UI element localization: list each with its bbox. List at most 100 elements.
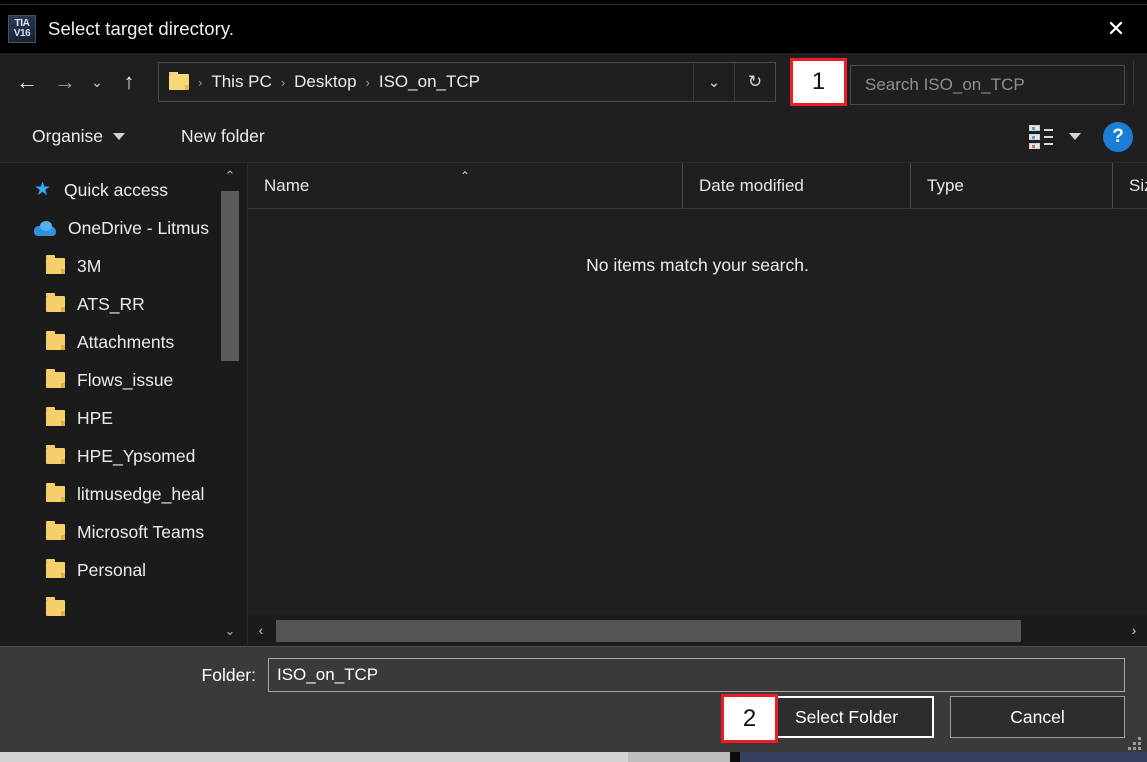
column-header-label: Type [927, 175, 964, 195]
list-view-icon [1029, 124, 1053, 149]
folder-name-row: Folder: ISO_on_TCP [0, 647, 1147, 695]
refresh-icon[interactable]: ↻ [734, 63, 775, 101]
sidebar-item-label: Flows_issue [77, 369, 174, 390]
folder-icon [169, 72, 189, 90]
breadcrumb-separator: › [280, 74, 286, 90]
chevron-down-icon [1069, 133, 1081, 140]
folder-icon [46, 293, 65, 312]
folder-icon [46, 521, 65, 540]
folder-tree: ★ Quick access OneDrive - Litmus 3M ATS_… [0, 163, 247, 627]
sidebar-item-label: Quick access [64, 179, 169, 200]
search-input[interactable]: Search ISO_on_TCP [850, 65, 1125, 105]
column-header-size[interactable]: Siz [1112, 162, 1147, 209]
annotation-callout-1: 1 [790, 58, 847, 106]
sidebar-item-label: ATS_RR [77, 293, 145, 314]
search-placeholder: Search ISO_on_TCP [865, 75, 1025, 94]
help-button[interactable]: ? [1103, 121, 1133, 152]
change-view-button[interactable] [1029, 124, 1081, 149]
scrollbar-track[interactable] [272, 618, 1123, 642]
sidebar-item-microsoft-teams[interactable]: Microsoft Teams [0, 513, 247, 551]
organise-label: Organise [32, 126, 104, 146]
sort-ascending-icon: ⌃ [459, 168, 471, 183]
recent-locations-chevron-down-icon[interactable]: ⌄ [84, 62, 110, 102]
column-header-date-modified[interactable]: Date modified [682, 162, 910, 209]
folder-icon [46, 331, 65, 350]
sidebar-item-personal[interactable]: Personal [0, 551, 247, 589]
folder-icon [46, 597, 65, 616]
title-bar: TIA V16 Select target directory. ✕ [0, 5, 1147, 53]
select-target-directory-dialog: TIA V16 Select target directory. ✕ ← → ⌄… [0, 4, 1147, 752]
column-header-label: Siz [1129, 175, 1147, 195]
sidebar-item-label: litmusedge_heal [77, 483, 205, 504]
scroll-right-icon[interactable]: › [1123, 615, 1145, 645]
address-dropdown-chevron-down-icon[interactable]: ⌄ [693, 63, 734, 101]
dialog-button-row: Select Folder Cancel [759, 696, 1125, 738]
sidebar-item-label: Personal [77, 559, 147, 580]
breadcrumb: › This PC › Desktop › ISO_on_TCP [159, 72, 693, 92]
scroll-up-icon[interactable]: ⌃ [221, 165, 239, 187]
column-header-type[interactable]: Type [910, 162, 1112, 209]
scrollbar-thumb[interactable] [276, 620, 1021, 642]
close-icon[interactable]: ✕ [1093, 5, 1139, 52]
file-list-horizontal-scrollbar[interactable]: ‹ › [248, 614, 1147, 646]
annotation-callout-2: 2 [721, 694, 778, 743]
command-bar: Organise New folder ? [0, 111, 1147, 163]
dialog-footer: Folder: ISO_on_TCP Select Folder Cancel [0, 646, 1147, 752]
sidebar-item-onedrive[interactable]: OneDrive - Litmus [0, 209, 247, 247]
sidebar-item-flows-issue[interactable]: Flows_issue [0, 361, 247, 399]
cloud-icon [34, 220, 56, 236]
folder-input[interactable]: ISO_on_TCP [268, 658, 1125, 692]
resize-grip[interactable] [1127, 736, 1141, 750]
dialog-body: ★ Quick access OneDrive - Litmus 3M ATS_… [0, 162, 1147, 646]
sidebar-item-hpe-ypsomed[interactable]: HPE_Ypsomed [0, 437, 247, 475]
sidebar-item-3m[interactable]: 3M [0, 247, 247, 285]
sidebar-vertical-scrollbar[interactable]: ⌃ ⌄ [221, 163, 239, 646]
scroll-left-icon[interactable]: ‹ [250, 615, 272, 645]
background-strip-segment [730, 752, 740, 762]
sidebar-item-attachments[interactable]: Attachments [0, 323, 247, 361]
breadcrumb-item-this-pc[interactable]: This PC [211, 72, 271, 92]
cancel-button[interactable]: Cancel [950, 696, 1125, 738]
folder-icon [46, 445, 65, 464]
select-folder-button[interactable]: Select Folder [759, 696, 934, 738]
app-icon-line2: V16 [13, 28, 31, 39]
breadcrumb-separator: › [198, 74, 203, 90]
address-bar[interactable]: › This PC › Desktop › ISO_on_TCP ⌄ ↻ [158, 62, 776, 102]
sidebar-item-label: Microsoft Teams [77, 521, 205, 542]
sidebar-item-ats-rr[interactable]: ATS_RR [0, 285, 247, 323]
organise-button[interactable]: Organise [22, 119, 135, 155]
navbar-right-edge [1133, 61, 1147, 105]
star-icon: ★ [34, 179, 52, 200]
sidebar-item-label: HPE [77, 407, 113, 428]
back-button[interactable]: ← [8, 62, 46, 102]
background-strip-segment [740, 752, 1147, 762]
tia-v16-app-icon: TIA V16 [8, 15, 36, 43]
sidebar-item-partial[interactable] [0, 589, 247, 627]
sidebar-item-label: HPE_Ypsomed [77, 445, 196, 466]
scrollbar-thumb[interactable] [221, 191, 239, 361]
sidebar-item-hpe[interactable]: HPE [0, 399, 247, 437]
file-list-body: No items match your search. [248, 209, 1147, 614]
folder-icon [46, 483, 65, 502]
up-button[interactable]: ↑ [110, 62, 148, 102]
chevron-down-icon [113, 133, 126, 140]
empty-state-message: No items match your search. [586, 255, 809, 275]
sidebar-item-litmusedge-heal[interactable]: litmusedge_heal [0, 475, 247, 513]
background-strip-segment [0, 752, 628, 762]
scroll-down-icon[interactable]: ⌄ [221, 620, 239, 642]
breadcrumb-separator: › [365, 74, 370, 90]
forward-button[interactable]: → [46, 62, 84, 102]
folder-icon [46, 369, 65, 388]
background-window-strip [0, 752, 1147, 762]
breadcrumb-item-iso-on-tcp[interactable]: ISO_on_TCP [379, 72, 480, 92]
new-folder-button[interactable]: New folder [171, 119, 275, 155]
navigation-pane: ★ Quick access OneDrive - Litmus 3M ATS_… [0, 163, 248, 646]
folder-icon [46, 407, 65, 426]
column-header-label: Date modified [699, 175, 804, 195]
column-header-name[interactable]: ⌃ Name [248, 163, 682, 209]
folder-label: Folder: [201, 664, 256, 685]
sidebar-item-label: OneDrive - Litmus [68, 217, 210, 238]
sidebar-item-quick-access[interactable]: ★ Quick access [0, 171, 247, 209]
column-header-label: Name [264, 175, 310, 195]
breadcrumb-item-desktop[interactable]: Desktop [294, 72, 356, 92]
